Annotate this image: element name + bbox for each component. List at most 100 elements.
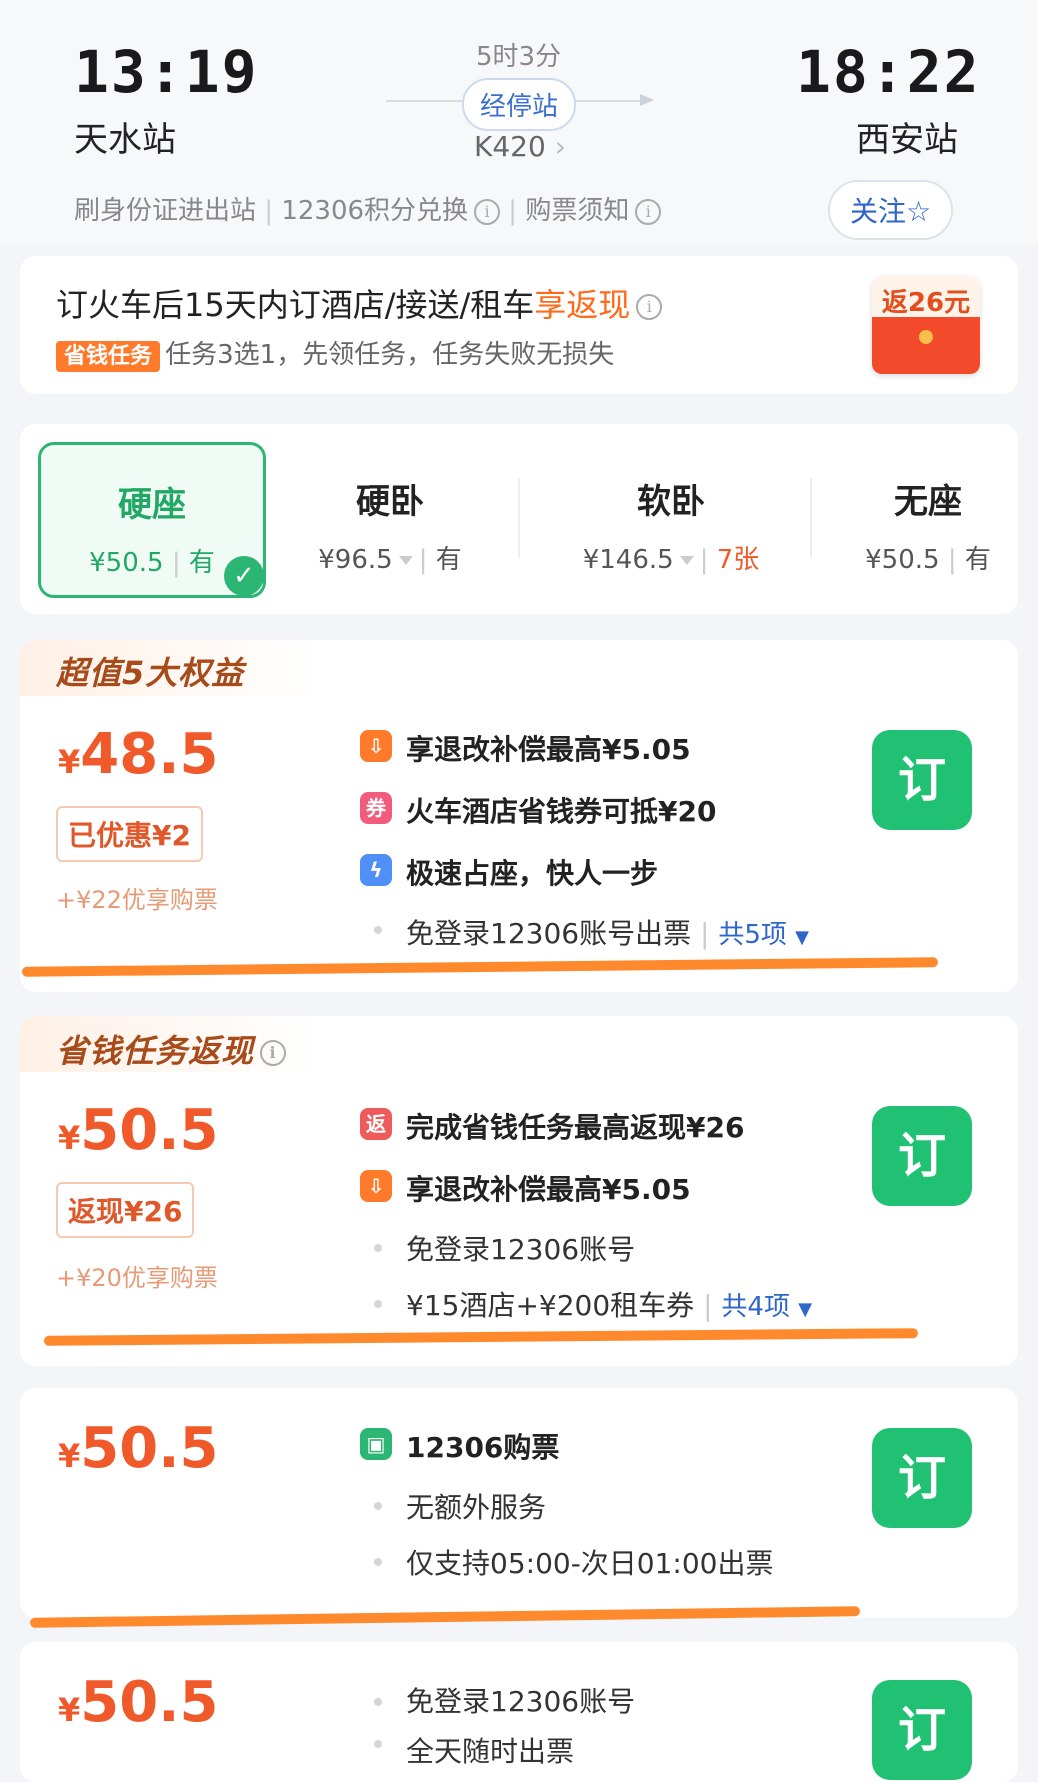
currency-symbol: ¥ xyxy=(58,1437,81,1475)
depart-time: 13:19 xyxy=(74,38,259,106)
seat-tab-hard-sleeper[interactable]: 硬卧 ¥96.5 | 有 xyxy=(290,474,490,576)
points-exchange-link[interactable]: 12306积分兑换 xyxy=(281,196,468,226)
seat-name: 硬卧 xyxy=(356,482,424,522)
offer-price: ¥50.5 xyxy=(58,1670,218,1735)
seat-name: 无座 xyxy=(894,482,962,522)
currency-symbol: ¥ xyxy=(58,1119,81,1157)
arrive-station: 西安站 xyxy=(856,120,958,160)
feature-plain-text: 免登录12306账号 xyxy=(406,1685,636,1718)
book-button[interactable]: 订 xyxy=(872,1428,972,1528)
seat-name: 硬座 xyxy=(118,485,186,525)
bullet xyxy=(374,1300,382,1308)
coin-icon xyxy=(919,330,933,344)
feature-text: 12306购票 xyxy=(406,1431,560,1464)
divider: | xyxy=(699,545,709,575)
cashback-icon: 返 xyxy=(360,1108,392,1140)
offer-price: ¥50.5 xyxy=(58,1416,218,1481)
feature-text: 享退改补偿最高¥5.05 xyxy=(406,733,691,766)
currency-symbol: ¥ xyxy=(58,743,81,781)
promo-subline: 省钱任务 任务3选1，先领任务，任务失败无损失 xyxy=(56,334,615,372)
feature-text: 极速占座，快人一步 xyxy=(406,857,659,890)
expand-more-link[interactable]: 共4项 ▼ xyxy=(721,1292,812,1322)
seat-tab-no-seat[interactable]: 无座 ¥50.5 | 有 xyxy=(846,474,1010,576)
coupon-icon: 券 xyxy=(360,792,392,824)
follow-label: 关注 xyxy=(850,195,907,228)
promo-title-highlight: 享返现 xyxy=(534,286,631,324)
offer-price: ¥50.5 xyxy=(58,1098,218,1163)
feature-plain: 免登录12306账号出票 | 共5项 ▼ xyxy=(406,912,809,952)
offer-header: 省钱任务返现 i xyxy=(56,1026,287,1072)
price-value: 50.5 xyxy=(80,1670,219,1735)
divider: | xyxy=(699,917,710,950)
more-label: 共5项 xyxy=(718,920,787,950)
ticket-notice-link[interactable]: 购票须知 xyxy=(525,196,629,226)
divider: | xyxy=(703,1289,713,1322)
divider: | xyxy=(947,545,957,575)
envelope-label: 返26元 xyxy=(881,288,971,318)
book-button[interactable]: 订 xyxy=(872,1680,972,1780)
train-number-label: K420 xyxy=(474,130,546,163)
feature-text: 火车酒店省钱券可抵¥20 xyxy=(406,795,717,828)
extra-fee: +¥22优享购票 xyxy=(56,886,218,914)
follow-button[interactable]: 关注☆ xyxy=(828,180,954,240)
divider: | xyxy=(418,545,428,575)
bullet xyxy=(374,1740,382,1748)
route-arrow-icon xyxy=(640,94,654,106)
currency-symbol: ¥ xyxy=(58,1691,81,1729)
offer-header: 超值5大权益 xyxy=(56,654,245,692)
seat-price: ¥50.5 xyxy=(865,545,940,575)
info-icon[interactable]: i xyxy=(260,1040,287,1066)
check-icon: ✓ xyxy=(224,556,264,596)
feature-plain-text: 全天随时出票 xyxy=(406,1735,575,1768)
more-label: 共4项 xyxy=(721,1292,790,1322)
promo-subtitle: 任务3选1，先领任务，任务失败无损失 xyxy=(165,340,615,370)
seat-price-row: ¥146.5 | 7张 xyxy=(556,539,786,576)
divider: | xyxy=(508,196,526,226)
seat-price: ¥96.5 xyxy=(318,545,393,575)
info-icon[interactable]: i xyxy=(474,198,501,225)
cashback-badge: 返现¥26 xyxy=(56,1182,195,1238)
info-icon[interactable]: i xyxy=(636,294,663,320)
feature-plain-text: 免登录12306账号出票 xyxy=(406,917,692,950)
seat-price: ¥146.5 xyxy=(582,545,674,575)
seat-tab-soft-sleeper[interactable]: 软卧 ¥146.5 | 7张 xyxy=(556,474,786,576)
feature-plain-text: 仅支持05:00-次日01:00出票 xyxy=(406,1547,774,1580)
refund-icon: ⇩ xyxy=(360,1170,392,1202)
bullet xyxy=(374,926,382,934)
seat-availability: 7张 xyxy=(716,545,760,575)
stops-button[interactable]: 经停站 xyxy=(462,78,577,131)
feature-plain-text: ¥15酒店+¥200租车券 xyxy=(406,1289,695,1322)
info-icon[interactable]: i xyxy=(635,198,662,225)
extra-fee: +¥20优享购票 xyxy=(56,1264,218,1292)
expand-more-link[interactable]: 共5项 ▼ xyxy=(718,920,809,950)
seat-name: 软卧 xyxy=(637,482,705,522)
divider: | xyxy=(264,196,282,226)
seat-availability: 有 xyxy=(435,545,462,575)
promo-title-main: 订火车后15天内订酒店/接送/租车 xyxy=(56,286,535,324)
train-number[interactable]: K420 › xyxy=(474,130,566,163)
bullet xyxy=(374,1558,382,1566)
seat-price-row: ¥96.5 | 有 xyxy=(290,539,490,576)
arrive-time: 18:22 xyxy=(796,38,981,106)
seat-price-row: ¥50.5 | 有 xyxy=(846,539,1010,576)
id-card-entry-link[interactable]: 刷身份证进出站 xyxy=(74,196,256,226)
price-value: 50.5 xyxy=(80,1098,219,1163)
book-button[interactable]: 订 xyxy=(872,730,972,830)
train-icon: ▣ xyxy=(360,1428,392,1460)
chevron-right-icon: › xyxy=(545,130,566,163)
offer-price: ¥48.5 xyxy=(58,722,218,787)
promo-title: 订火车后15天内订酒店/接送/租车享返现 i xyxy=(56,280,663,326)
caret-down-icon xyxy=(398,556,413,565)
seat-availability: 有 xyxy=(964,545,991,575)
book-button[interactable]: 订 xyxy=(872,1106,972,1206)
seat-price: ¥50.5 xyxy=(89,548,164,578)
feature-text: 享退改补偿最高¥5.05 xyxy=(406,1173,691,1206)
lightning-icon: ϟ xyxy=(360,854,392,886)
bullet xyxy=(374,1698,382,1706)
star-icon: ☆ xyxy=(906,195,932,228)
depart-station: 天水站 xyxy=(74,120,176,160)
divider xyxy=(810,478,812,558)
caret-down-icon xyxy=(679,556,694,565)
bullet xyxy=(374,1244,382,1252)
feature-plain: ¥15酒店+¥200租车券 | 共4项 ▼ xyxy=(406,1284,812,1324)
